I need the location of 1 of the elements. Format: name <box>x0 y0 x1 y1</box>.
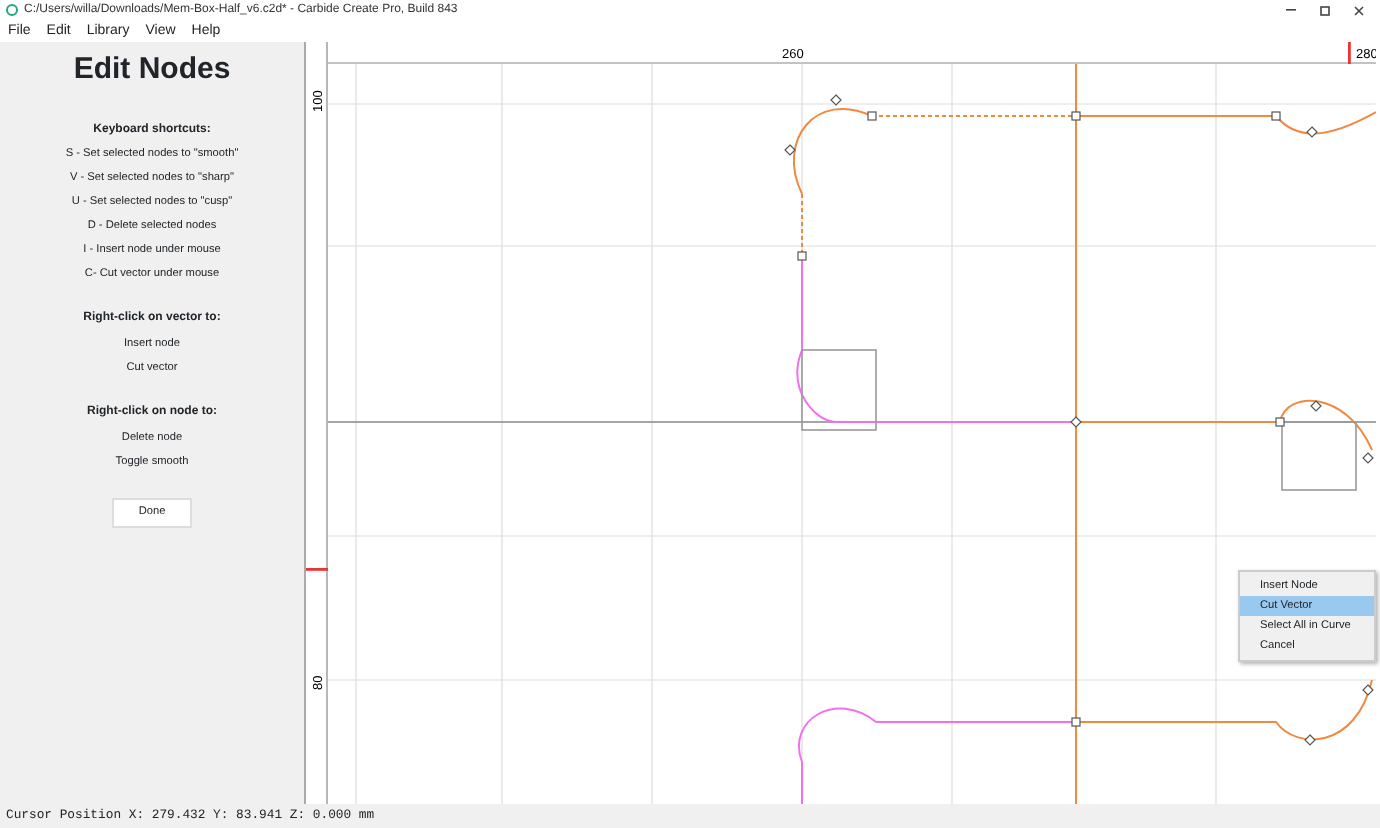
panel-title: Edit Nodes <box>71 50 233 90</box>
